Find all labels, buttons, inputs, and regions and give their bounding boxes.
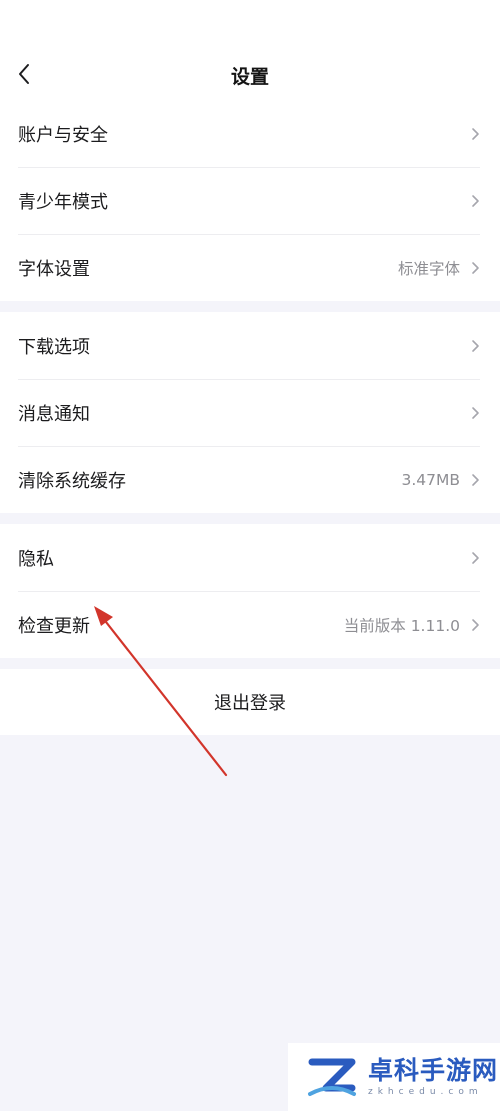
settings-item-font[interactable]: 字体设置 标准字体	[0, 234, 500, 301]
chevron-right-icon	[470, 260, 480, 276]
settings-item-notifications[interactable]: 消息通知	[0, 379, 500, 446]
section-divider	[0, 301, 500, 312]
chevron-right-icon	[470, 472, 480, 488]
settings-group-about: 隐私 检查更新 当前版本 1.11.0	[0, 524, 500, 658]
settings-item-label: 字体设置	[18, 258, 90, 280]
settings-item-download-options[interactable]: 下载选项	[0, 312, 500, 379]
watermark-name: 卓科手游网	[368, 1056, 499, 1085]
settings-group-account: 账户与安全 青少年模式 字体设置 标准字体	[0, 100, 500, 301]
settings-item-value: 当前版本 1.11.0	[343, 616, 460, 635]
chevron-right-icon	[470, 126, 480, 142]
chevron-right-icon	[470, 193, 480, 209]
page-title: 设置	[230, 66, 269, 88]
settings-item-label: 青少年模式	[18, 191, 108, 213]
settings-item-privacy[interactable]: 隐私	[0, 524, 500, 591]
settings-group-general: 下载选项 消息通知 清除系统缓存 3.47MB	[0, 312, 500, 513]
watermark-domain: zkhcedu.com	[368, 1087, 483, 1097]
chevron-right-icon	[470, 550, 480, 566]
settings-item-check-update[interactable]: 检查更新 当前版本 1.11.0	[0, 591, 500, 658]
settings-item-value: 3.47MB	[401, 470, 460, 489]
settings-item-clear-cache[interactable]: 清除系统缓存 3.47MB	[0, 446, 500, 513]
chevron-right-icon	[470, 338, 480, 354]
logout-label: 退出登录	[214, 693, 286, 714]
chevron-right-icon	[470, 617, 480, 633]
settings-item-teen-mode[interactable]: 青少年模式	[0, 167, 500, 234]
settings-item-label: 清除系统缓存	[18, 470, 126, 492]
header: 设置	[0, 0, 500, 100]
logout-button[interactable]: 退出登录	[0, 669, 500, 735]
brand-logo-icon	[308, 1058, 356, 1096]
settings-item-label: 下载选项	[18, 336, 90, 358]
settings-item-label: 消息通知	[18, 403, 90, 425]
settings-item-label: 检查更新	[18, 615, 90, 637]
settings-item-label: 账户与安全	[18, 124, 108, 146]
settings-item-value: 标准字体	[397, 259, 460, 278]
section-divider	[0, 513, 500, 524]
watermark: 卓科手游网 zkhcedu.com	[288, 1043, 500, 1111]
settings-item-label: 隐私	[18, 548, 54, 570]
chevron-right-icon	[470, 405, 480, 421]
settings-item-account-security[interactable]: 账户与安全	[0, 100, 500, 167]
